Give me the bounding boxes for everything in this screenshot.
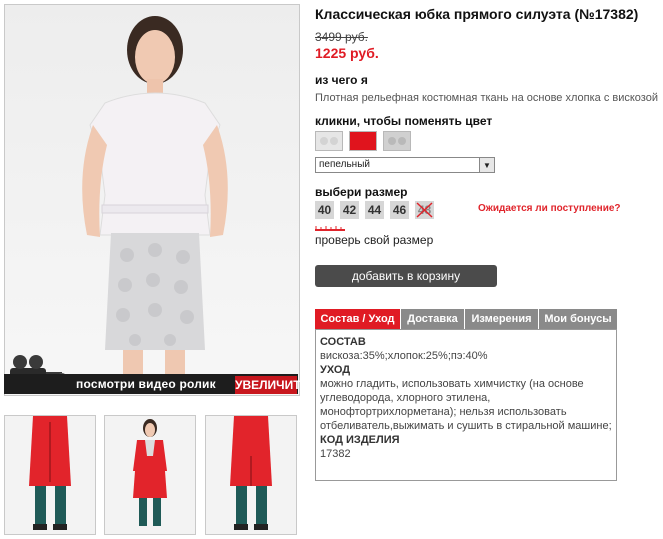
check-size-link[interactable]: проверь свой размер [315, 233, 433, 247]
material-label: из чего я [315, 73, 368, 87]
swatch-pattern [320, 137, 338, 145]
care-text: можно гладить, использовать химчистку (н… [320, 378, 612, 432]
unavailable-cross-icon [416, 202, 433, 218]
color-swatch-red[interactable] [349, 131, 377, 151]
thumbnail-skirt-front[interactable] [4, 415, 96, 535]
tab-content-panel: СОСТАВ вискоза:35%;хлопок:25%;пэ:40% УХО… [315, 329, 617, 481]
tab-my-bonuses[interactable]: Мои бонусы [539, 309, 617, 329]
composition-heading: СОСТАВ [320, 336, 366, 348]
thumbnail-image [29, 416, 71, 530]
color-label: кликни, чтобы поменять цвет [315, 114, 493, 128]
size-option-40[interactable]: 40 [315, 201, 334, 219]
swatch-pattern [388, 137, 406, 145]
color-swatch-gray-pattern[interactable] [383, 131, 411, 151]
tab-delivery[interactable]: Доставка [401, 309, 465, 329]
info-tabs: Состав / Уход Доставка Измерения Мои бон… [315, 309, 617, 329]
restock-inquiry-link[interactable]: Ожидается ли поступление? [478, 203, 621, 214]
model-illustration [82, 16, 228, 380]
tab-measurements[interactable]: Измерения [465, 309, 539, 329]
thumbnail-model-full[interactable] [104, 415, 196, 535]
size-option-46[interactable]: 46 [390, 201, 409, 219]
product-code-value: 17382 [320, 448, 351, 460]
size-option-48-unavailable: 48 [415, 201, 434, 219]
ruler-icon [315, 226, 345, 231]
current-price: 1225 руб. [315, 45, 379, 61]
thumbnail-image [133, 419, 167, 526]
main-product-photo[interactable] [4, 4, 300, 396]
product-code-heading: КОД ИЗДЕЛИЯ [320, 434, 400, 446]
chevron-down-icon[interactable]: ▼ [479, 158, 494, 172]
add-to-cart-button[interactable]: добавить в корзину [315, 265, 497, 287]
size-option-44[interactable]: 44 [365, 201, 384, 219]
color-select[interactable]: пепельный ▼ [315, 157, 495, 173]
watch-video-link[interactable]: посмотри видео ролик [76, 377, 216, 391]
thumbnail-image [230, 416, 272, 530]
thumbnail-skirt-back[interactable] [205, 415, 297, 535]
composition-text: вискоза:35%;хлопок:25%;пэ:40% [320, 350, 488, 362]
size-option-42[interactable]: 42 [340, 201, 359, 219]
tab-composition-care[interactable]: Состав / Уход [315, 309, 401, 329]
color-swatch-light-gray[interactable] [315, 131, 343, 151]
product-title: Классическая юбка прямого силуэта (№1738… [315, 6, 639, 22]
size-label: выбери размер [315, 185, 408, 199]
old-price: 3499 руб. [315, 30, 368, 44]
material-text: Плотная рельефная костюмная ткань на осн… [315, 92, 658, 104]
color-select-value: пепельный [319, 159, 370, 170]
zoom-button[interactable]: УВЕЛИЧИТЬ [235, 376, 309, 394]
care-heading: УХОД [320, 364, 351, 376]
